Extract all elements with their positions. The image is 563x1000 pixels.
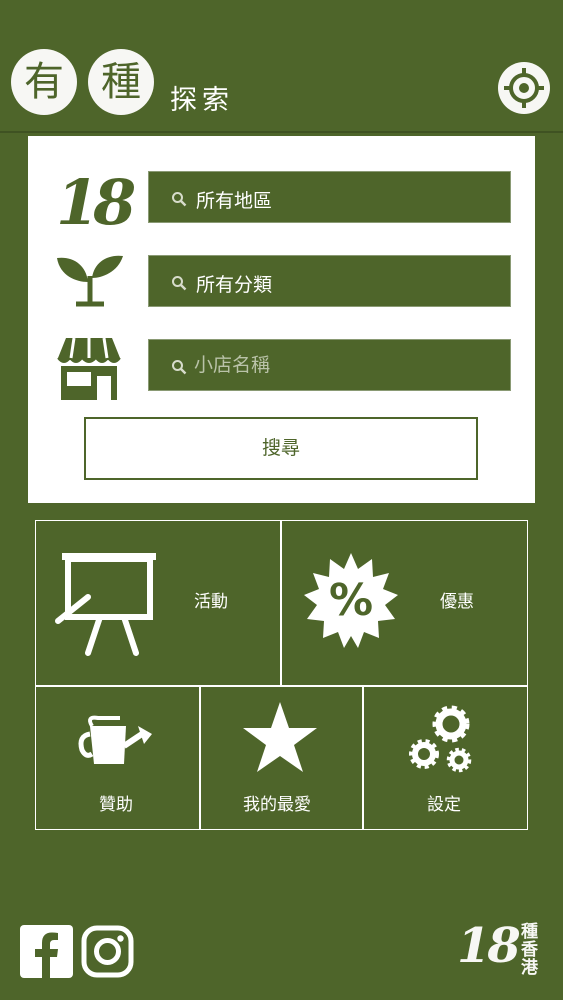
gears-icon xyxy=(409,705,472,773)
menu-grid: 活動 % 優惠 贊助 我的最愛 設定 xyxy=(35,520,528,830)
instagram-link[interactable] xyxy=(81,925,134,978)
region-select-value: 所有地區 xyxy=(196,190,273,212)
facebook-link[interactable] xyxy=(20,925,73,978)
events-label: 活動 xyxy=(194,592,228,612)
search-panel: 18 所有地區 所有分類 小店名稱 搜尋 xyxy=(28,136,535,503)
brand-name: 種香港 xyxy=(521,922,538,978)
facebook-icon xyxy=(20,925,73,978)
percent-badge-icon: % xyxy=(304,553,398,648)
storefront-icon xyxy=(57,337,121,400)
search-icon xyxy=(172,276,187,291)
star-icon xyxy=(243,702,317,772)
shop-name-field[interactable] xyxy=(148,339,511,391)
logo-badge-you: 有 xyxy=(11,49,77,115)
category-select-value: 所有分類 xyxy=(196,274,273,296)
search-icon xyxy=(172,192,187,207)
brand-number: 18 xyxy=(457,918,521,974)
locate-button[interactable] xyxy=(498,62,550,114)
svg-text:18: 18 xyxy=(56,166,134,234)
number-18-icon: 18 xyxy=(56,166,134,234)
settings-label: 設定 xyxy=(427,795,461,815)
search-button[interactable]: 搜尋 xyxy=(84,417,478,480)
svg-text:%: % xyxy=(329,575,373,626)
category-select[interactable]: 所有分類 xyxy=(148,255,511,307)
offers-label: 優惠 xyxy=(440,592,474,612)
search-icon xyxy=(172,360,187,375)
crosshair-icon xyxy=(504,68,544,108)
events-tile[interactable]: 活動 xyxy=(35,520,282,687)
page-title: 探索 xyxy=(170,85,234,116)
instagram-icon xyxy=(81,925,134,978)
sponsor-label: 贊助 xyxy=(99,795,133,815)
favorites-label: 我的最愛 xyxy=(243,795,311,815)
offers-tile[interactable]: % 優惠 xyxy=(280,520,528,687)
header-divider xyxy=(0,131,563,133)
logo-badge-zhong: 種 xyxy=(88,49,154,115)
shop-name-input[interactable] xyxy=(194,348,494,382)
presentation-board-icon xyxy=(55,553,156,656)
sprout-icon xyxy=(57,255,123,307)
settings-tile[interactable]: 設定 xyxy=(362,685,528,830)
favorites-tile[interactable]: 我的最愛 xyxy=(199,685,364,830)
sponsor-tile[interactable]: 贊助 xyxy=(35,685,201,830)
app-header: 有 種 探索 xyxy=(0,0,563,133)
region-select[interactable]: 所有地區 xyxy=(148,171,511,223)
watering-can-icon xyxy=(78,715,152,764)
